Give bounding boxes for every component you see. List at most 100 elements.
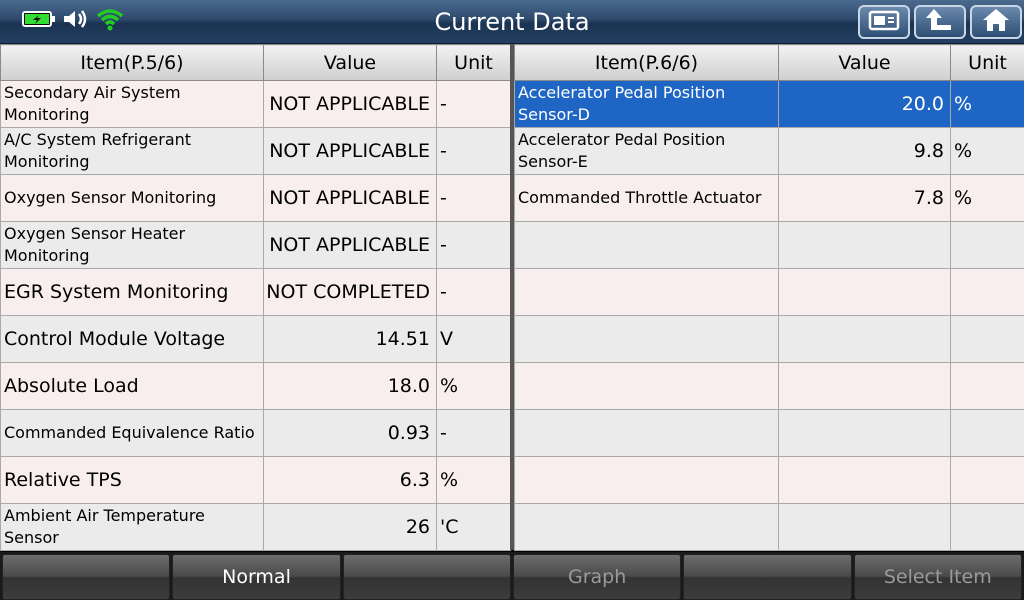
empty-cell: [778, 456, 951, 504]
item-name: Commanded Equivalence Ratio: [0, 409, 264, 457]
item-value: 9.8: [778, 127, 951, 175]
item-name: Oxygen Sensor Heater Monitoring: [0, 221, 264, 269]
table-row-selected[interactable]: Accelerator Pedal Position Sensor-D 20.0…: [514, 80, 1024, 128]
empty-cell: [514, 221, 779, 269]
column-header-unit: Unit: [436, 44, 511, 81]
item-value: NOT COMPLETED: [263, 268, 437, 316]
item-name: Relative TPS: [0, 456, 264, 504]
table-row[interactable]: Accelerator Pedal Position Sensor-E 9.8 …: [514, 127, 1024, 175]
screenshot-icon: [868, 9, 900, 35]
item-unit: -: [436, 221, 511, 269]
item-unit: %: [950, 127, 1024, 175]
item-name: Absolute Load: [0, 362, 264, 410]
item-unit: -: [436, 127, 511, 175]
empty-cell: [514, 456, 779, 504]
left-data-table: Item(P.5/6) Value Unit Secondary Air Sys…: [0, 44, 511, 551]
toolbar-button-3[interactable]: [342, 554, 511, 600]
empty-cell: [950, 409, 1024, 457]
item-value: 14.51: [263, 315, 437, 363]
column-header-unit: Unit: [950, 44, 1024, 81]
empty-row: [514, 362, 1024, 410]
column-header-value: Value: [778, 44, 951, 81]
toolbar-button-1[interactable]: [2, 554, 171, 600]
item-name: EGR System Monitoring: [0, 268, 264, 316]
empty-cell: [778, 503, 951, 551]
bottom-toolbar: Normal Graph Select Item: [0, 552, 1024, 600]
table-row[interactable]: Secondary Air System Monitoring NOT APPL…: [0, 80, 511, 128]
empty-row: [514, 409, 1024, 457]
empty-cell: [950, 315, 1024, 363]
empty-cell: [514, 315, 779, 363]
table-row[interactable]: Ambient Air Temperature Sensor 26 'C: [0, 503, 511, 551]
table-row[interactable]: Oxygen Sensor Heater Monitoring NOT APPL…: [0, 221, 511, 269]
item-value: 18.0: [263, 362, 437, 410]
empty-cell: [778, 315, 951, 363]
empty-cell: [514, 362, 779, 410]
item-value: NOT APPLICABLE: [263, 174, 437, 222]
empty-row: [514, 221, 1024, 269]
empty-cell: [950, 221, 1024, 269]
empty-cell: [778, 221, 951, 269]
toolbar-button-5[interactable]: [683, 554, 852, 600]
item-value: NOT APPLICABLE: [263, 80, 437, 128]
item-value: 26: [263, 503, 437, 551]
table-row[interactable]: Absolute Load 18.0 %: [0, 362, 511, 410]
table-row[interactable]: Commanded Equivalence Ratio 0.93 -: [0, 409, 511, 457]
screenshot-button[interactable]: [858, 5, 910, 39]
normal-button[interactable]: Normal: [172, 554, 341, 600]
item-value: 0.93: [263, 409, 437, 457]
item-unit: -: [436, 80, 511, 128]
item-unit: -: [436, 174, 511, 222]
item-name: A/C System Refrigerant Monitoring: [0, 127, 264, 175]
item-unit: -: [436, 409, 511, 457]
empty-cell: [778, 362, 951, 410]
home-icon: [981, 7, 1011, 37]
graph-button[interactable]: Graph: [512, 554, 682, 600]
item-value: 7.8: [778, 174, 951, 222]
empty-row: [514, 268, 1024, 316]
empty-cell: [514, 268, 779, 316]
empty-row: [514, 503, 1024, 551]
column-header-value: Value: [263, 44, 437, 81]
table-row[interactable]: Commanded Throttle Actuator 7.8 %: [514, 174, 1024, 222]
item-name: Secondary Air System Monitoring: [0, 80, 264, 128]
table-row[interactable]: Relative TPS 6.3 %: [0, 456, 511, 504]
empty-cell: [778, 268, 951, 316]
empty-cell: [950, 268, 1024, 316]
item-unit: %: [950, 174, 1024, 222]
item-name: Commanded Throttle Actuator: [514, 174, 779, 222]
item-value: 6.3: [263, 456, 437, 504]
item-name: Ambient Air Temperature Sensor: [0, 503, 264, 551]
item-unit: %: [950, 80, 1024, 128]
back-arrow-icon: [925, 7, 955, 37]
item-name: Accelerator Pedal Position Sensor-D: [514, 80, 779, 128]
empty-row: [514, 456, 1024, 504]
item-unit: %: [436, 362, 511, 410]
item-unit: V: [436, 315, 511, 363]
empty-cell: [514, 409, 779, 457]
empty-cell: [950, 362, 1024, 410]
column-header-item: Item(P.5/6): [0, 44, 264, 81]
empty-cell: [950, 503, 1024, 551]
back-button[interactable]: [914, 5, 966, 39]
empty-cell: [950, 456, 1024, 504]
item-unit: 'C: [436, 503, 511, 551]
empty-cell: [778, 409, 951, 457]
item-value: NOT APPLICABLE: [263, 127, 437, 175]
right-data-table: Item(P.6/6) Value Unit Accelerator Pedal…: [514, 44, 1024, 551]
empty-row: [514, 315, 1024, 363]
table-row[interactable]: Control Module Voltage 14.51 V: [0, 315, 511, 363]
title-bar: Current Data: [0, 0, 1024, 44]
item-value: 20.0: [778, 80, 951, 128]
table-row[interactable]: EGR System Monitoring NOT COMPLETED -: [0, 268, 511, 316]
empty-cell: [514, 503, 779, 551]
item-name: Accelerator Pedal Position Sensor-E: [514, 127, 779, 175]
select-item-button[interactable]: Select Item: [853, 554, 1022, 600]
item-name: Control Module Voltage: [0, 315, 264, 363]
table-row[interactable]: Oxygen Sensor Monitoring NOT APPLICABLE …: [0, 174, 511, 222]
item-value: NOT APPLICABLE: [263, 221, 437, 269]
home-button[interactable]: [970, 5, 1022, 39]
table-row[interactable]: A/C System Refrigerant Monitoring NOT AP…: [0, 127, 511, 175]
item-unit: -: [436, 268, 511, 316]
item-unit: %: [436, 456, 511, 504]
